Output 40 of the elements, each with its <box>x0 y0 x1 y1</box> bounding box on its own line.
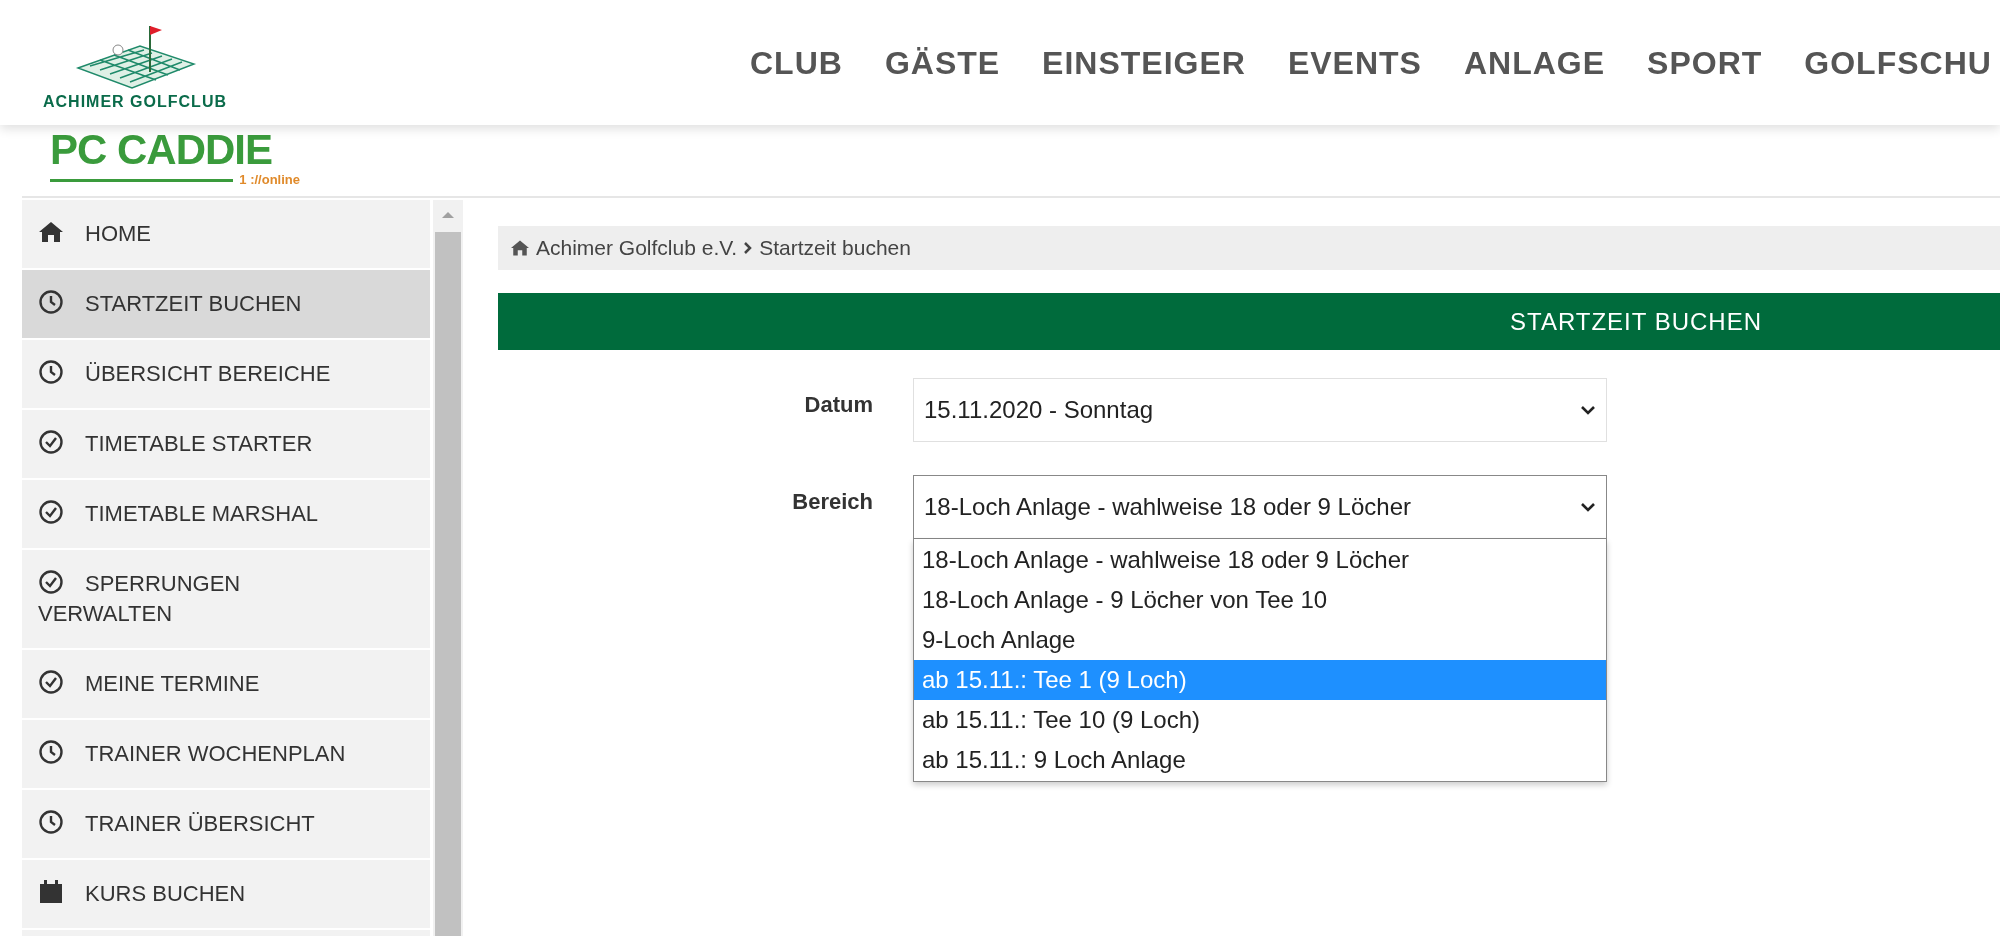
dropdown-option[interactable]: ab 15.11.: Tee 10 (9 Loch) <box>914 700 1606 740</box>
chevron-down-icon <box>1580 502 1596 512</box>
nav-link[interactable]: CLUB <box>750 42 843 83</box>
field-label: Datum <box>803 391 874 419</box>
nav-link[interactable]: SPORT <box>1647 42 1763 83</box>
nav-link[interactable]: GOLFSCHU <box>1804 42 1992 83</box>
breadcrumb-item[interactable]: Achimer Golfclub e.V. <box>536 232 738 264</box>
clock-icon <box>38 809 64 835</box>
calendar-icon <box>38 879 64 905</box>
breadcrumb-item: Startzeit buchen <box>759 235 911 262</box>
clock-icon <box>38 289 64 315</box>
nav-link[interactable]: EINSTEIGER <box>1042 42 1246 83</box>
scroll-up-icon[interactable] <box>441 210 455 220</box>
check-circle-icon <box>38 669 64 695</box>
clock-icon <box>38 359 64 385</box>
check-circle-icon <box>38 569 64 595</box>
nav-link[interactable]: ANLAGE <box>1463 42 1606 83</box>
scrollbar-thumb[interactable] <box>435 232 461 936</box>
check-circle-icon <box>38 429 64 455</box>
dropdown-option[interactable]: 18-Loch Anlage - 9 Löcher von Tee 10 <box>914 580 1606 620</box>
check-circle-icon <box>38 499 64 525</box>
clock-icon <box>38 739 64 765</box>
dropdown-option[interactable]: 9-Loch Anlage <box>914 620 1606 660</box>
select-field[interactable]: 15.11.2020 - Sonntag <box>913 378 1607 442</box>
sidebar-item[interactable]: STARTZEIT BUCHEN <box>22 270 430 340</box>
brand-suffix: 1 ://online <box>239 172 300 188</box>
panel-title: STARTZEIT BUCHEN <box>1510 306 1763 337</box>
select-field[interactable]: 18-Loch Anlage - wahlweise 18 oder 9 Löcher <box>913 475 1607 539</box>
dropdown-option[interactable]: ab 15.11.: 9 Loch Anlage <box>914 740 1606 780</box>
scrollbar[interactable] <box>433 200 463 936</box>
dropdown-option[interactable]: 18-Loch Anlage - wahlweise 18 oder 9 Löcher <box>914 540 1606 580</box>
chevron-down-icon <box>1580 405 1596 415</box>
nav-link[interactable]: EVENTS <box>1287 42 1422 83</box>
home-icon <box>38 219 64 245</box>
nav-link[interactable]: GÄSTE <box>884 42 1001 83</box>
field-label: Bereich <box>791 488 874 516</box>
home-icon <box>510 239 530 257</box>
chevron-right-icon <box>743 241 754 255</box>
brand-logo-text: PC CADDIE <box>50 128 273 172</box>
club-name: ACHIMER GOLFCLUB <box>43 91 227 112</box>
